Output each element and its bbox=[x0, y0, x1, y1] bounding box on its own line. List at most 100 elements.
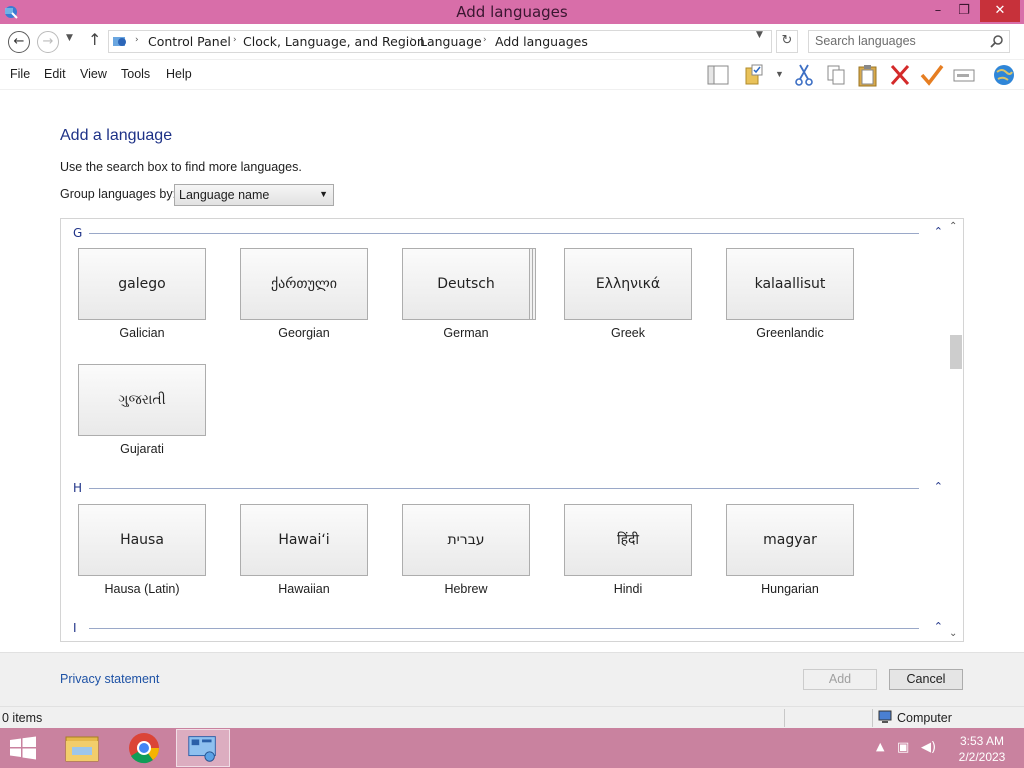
properties-dropdown-icon[interactable]: ▼ bbox=[775, 69, 784, 79]
language-tile-hebrew[interactable]: עברית bbox=[402, 504, 530, 576]
group-divider bbox=[89, 628, 919, 629]
breadcrumb-clock-language-region[interactable]: Clock, Language, and Region bbox=[243, 34, 425, 49]
address-row: ← → ▼ ↑ › Control Panel › Clock, Languag… bbox=[0, 24, 1024, 60]
group-letter: H bbox=[73, 481, 83, 495]
search-box[interactable] bbox=[808, 30, 1010, 53]
dialog-footer: Privacy statement Add Cancel bbox=[0, 652, 1024, 706]
breadcrumb-language[interactable]: Language bbox=[420, 34, 482, 49]
rename-icon[interactable] bbox=[950, 62, 978, 88]
chevron-down-icon: ▼ bbox=[319, 189, 328, 199]
language-tile-hausa[interactable]: Hausa bbox=[78, 504, 206, 576]
forward-button[interactable]: → bbox=[37, 31, 59, 53]
privacy-statement-link[interactable]: Privacy statement bbox=[60, 672, 159, 686]
language-tile-gujarati[interactable]: ગુજરાતી bbox=[78, 364, 206, 436]
language-name: Hawaiian bbox=[278, 582, 330, 596]
menu-help[interactable]: Help bbox=[166, 67, 192, 81]
close-button[interactable]: ✕ bbox=[980, 0, 1020, 22]
breadcrumb-control-panel[interactable]: Control Panel bbox=[148, 34, 231, 49]
search-input[interactable] bbox=[815, 34, 985, 48]
globe-icon[interactable] bbox=[990, 62, 1018, 88]
group-header-h[interactable]: H ⌃ bbox=[73, 480, 943, 497]
collapse-group-icon[interactable]: ⌃ bbox=[934, 620, 943, 633]
language-tile-greek[interactable]: Ελληνικά bbox=[564, 248, 692, 320]
language-name: Galician bbox=[119, 326, 165, 340]
add-button[interactable]: Add bbox=[803, 669, 877, 690]
group-divider bbox=[89, 233, 919, 234]
group-divider bbox=[89, 488, 919, 489]
file-explorer-icon[interactable] bbox=[56, 729, 110, 767]
clock-time: 3:53 AM bbox=[959, 734, 1005, 748]
start-windows-icon[interactable] bbox=[8, 736, 38, 760]
window-title: Add languages bbox=[456, 3, 568, 21]
group-by-select[interactable]: Language name ▼ bbox=[174, 184, 334, 206]
status-divider bbox=[784, 709, 785, 727]
system-clock[interactable]: 3:53 AM 2/2/2023 bbox=[950, 733, 1014, 765]
show-hidden-icons-button[interactable]: ▲ bbox=[876, 740, 884, 753]
refresh-button[interactable]: ↻ bbox=[776, 30, 798, 53]
menu-view[interactable]: View bbox=[80, 67, 107, 81]
scrollbar-thumb[interactable] bbox=[950, 335, 962, 369]
volume-icon[interactable]: ◀) bbox=[921, 740, 936, 755]
search-hint: Use the search box to find more language… bbox=[60, 160, 302, 174]
scroll-up-icon[interactable]: ⌃ bbox=[949, 221, 957, 232]
language-name: German bbox=[443, 326, 489, 340]
network-icon[interactable]: ▣ bbox=[897, 740, 909, 755]
copy-icon[interactable] bbox=[822, 62, 850, 88]
paste-icon[interactable] bbox=[854, 62, 882, 88]
computer-icon bbox=[878, 710, 892, 723]
menu-tools[interactable]: Tools bbox=[121, 67, 150, 81]
control-panel-taskbar-icon[interactable] bbox=[176, 729, 230, 767]
breadcrumb-separator[interactable]: › bbox=[410, 35, 414, 45]
group-letter: G bbox=[73, 226, 83, 240]
location-label: Computer bbox=[897, 711, 952, 725]
language-name: Hausa (Latin) bbox=[104, 582, 180, 596]
control-panel-icon bbox=[113, 37, 126, 46]
chrome-icon[interactable] bbox=[117, 729, 171, 767]
layout-icon[interactable] bbox=[704, 62, 732, 88]
language-name: Hungarian bbox=[761, 582, 819, 596]
breadcrumb-separator[interactable]: › bbox=[135, 35, 139, 45]
cancel-button[interactable]: Cancel bbox=[889, 669, 963, 690]
language-tile-hawaiian[interactable]: Hawaiʻi bbox=[240, 504, 368, 576]
breadcrumb-separator[interactable]: › bbox=[483, 35, 487, 45]
clock-date: 2/2/2023 bbox=[958, 750, 1006, 764]
language-tile-georgian[interactable]: ქართული bbox=[240, 248, 368, 320]
language-tile-greenlandic[interactable]: kalaallisut bbox=[726, 248, 854, 320]
cut-icon[interactable] bbox=[790, 62, 818, 88]
back-button[interactable]: ← bbox=[8, 31, 30, 53]
language-name: Hindi bbox=[613, 582, 643, 596]
title-bar: Add languages – ❐ ✕ bbox=[0, 0, 1024, 24]
maximize-button[interactable]: ❐ bbox=[950, 0, 978, 22]
language-name: Greek bbox=[610, 326, 646, 340]
language-name: Hebrew bbox=[444, 582, 488, 596]
taskbar: ▲ ▣ ◀) 3:53 AM 2/2/2023 bbox=[0, 728, 1024, 768]
group-letter: I bbox=[73, 621, 77, 635]
language-name: Gujarati bbox=[120, 442, 164, 456]
language-tile-hindi[interactable]: हिंदी bbox=[564, 504, 692, 576]
properties-icon[interactable] bbox=[742, 62, 770, 88]
language-list[interactable]: G ⌃ galego Galician ქართული Georgian Deu… bbox=[60, 218, 964, 642]
search-icon[interactable] bbox=[990, 34, 1004, 48]
vertical-scrollbar[interactable]: ⌃ ⌄ bbox=[946, 219, 963, 641]
recent-locations-dropdown[interactable]: ▼ bbox=[66, 33, 73, 43]
group-header-g[interactable]: G ⌃ bbox=[73, 225, 943, 242]
collapse-group-icon[interactable]: ⌃ bbox=[934, 480, 943, 493]
checkmark-icon[interactable] bbox=[918, 62, 946, 88]
language-tile-hungarian[interactable]: magyar bbox=[726, 504, 854, 576]
scroll-down-icon[interactable]: ⌄ bbox=[949, 628, 957, 639]
delete-icon[interactable] bbox=[886, 62, 914, 88]
address-bar[interactable]: › Control Panel › Clock, Language, and R… bbox=[108, 30, 772, 53]
language-name: Greenlandic bbox=[756, 326, 824, 340]
breadcrumb-add-languages[interactable]: Add languages bbox=[495, 34, 588, 49]
up-button[interactable]: ↑ bbox=[88, 30, 101, 49]
language-tile-german[interactable]: Deutsch bbox=[402, 248, 530, 320]
minimize-button[interactable]: – bbox=[924, 0, 952, 22]
menu-edit[interactable]: Edit bbox=[44, 67, 66, 81]
menu-file[interactable]: File bbox=[10, 67, 30, 81]
language-tile-galician[interactable]: galego bbox=[78, 248, 206, 320]
breadcrumb-separator[interactable]: › bbox=[233, 35, 237, 45]
page-title: Add a language bbox=[60, 127, 173, 144]
collapse-group-icon[interactable]: ⌃ bbox=[934, 225, 943, 238]
group-header-i[interactable]: I ⌃ bbox=[73, 620, 943, 637]
address-dropdown-button[interactable]: ▼ bbox=[756, 30, 763, 40]
